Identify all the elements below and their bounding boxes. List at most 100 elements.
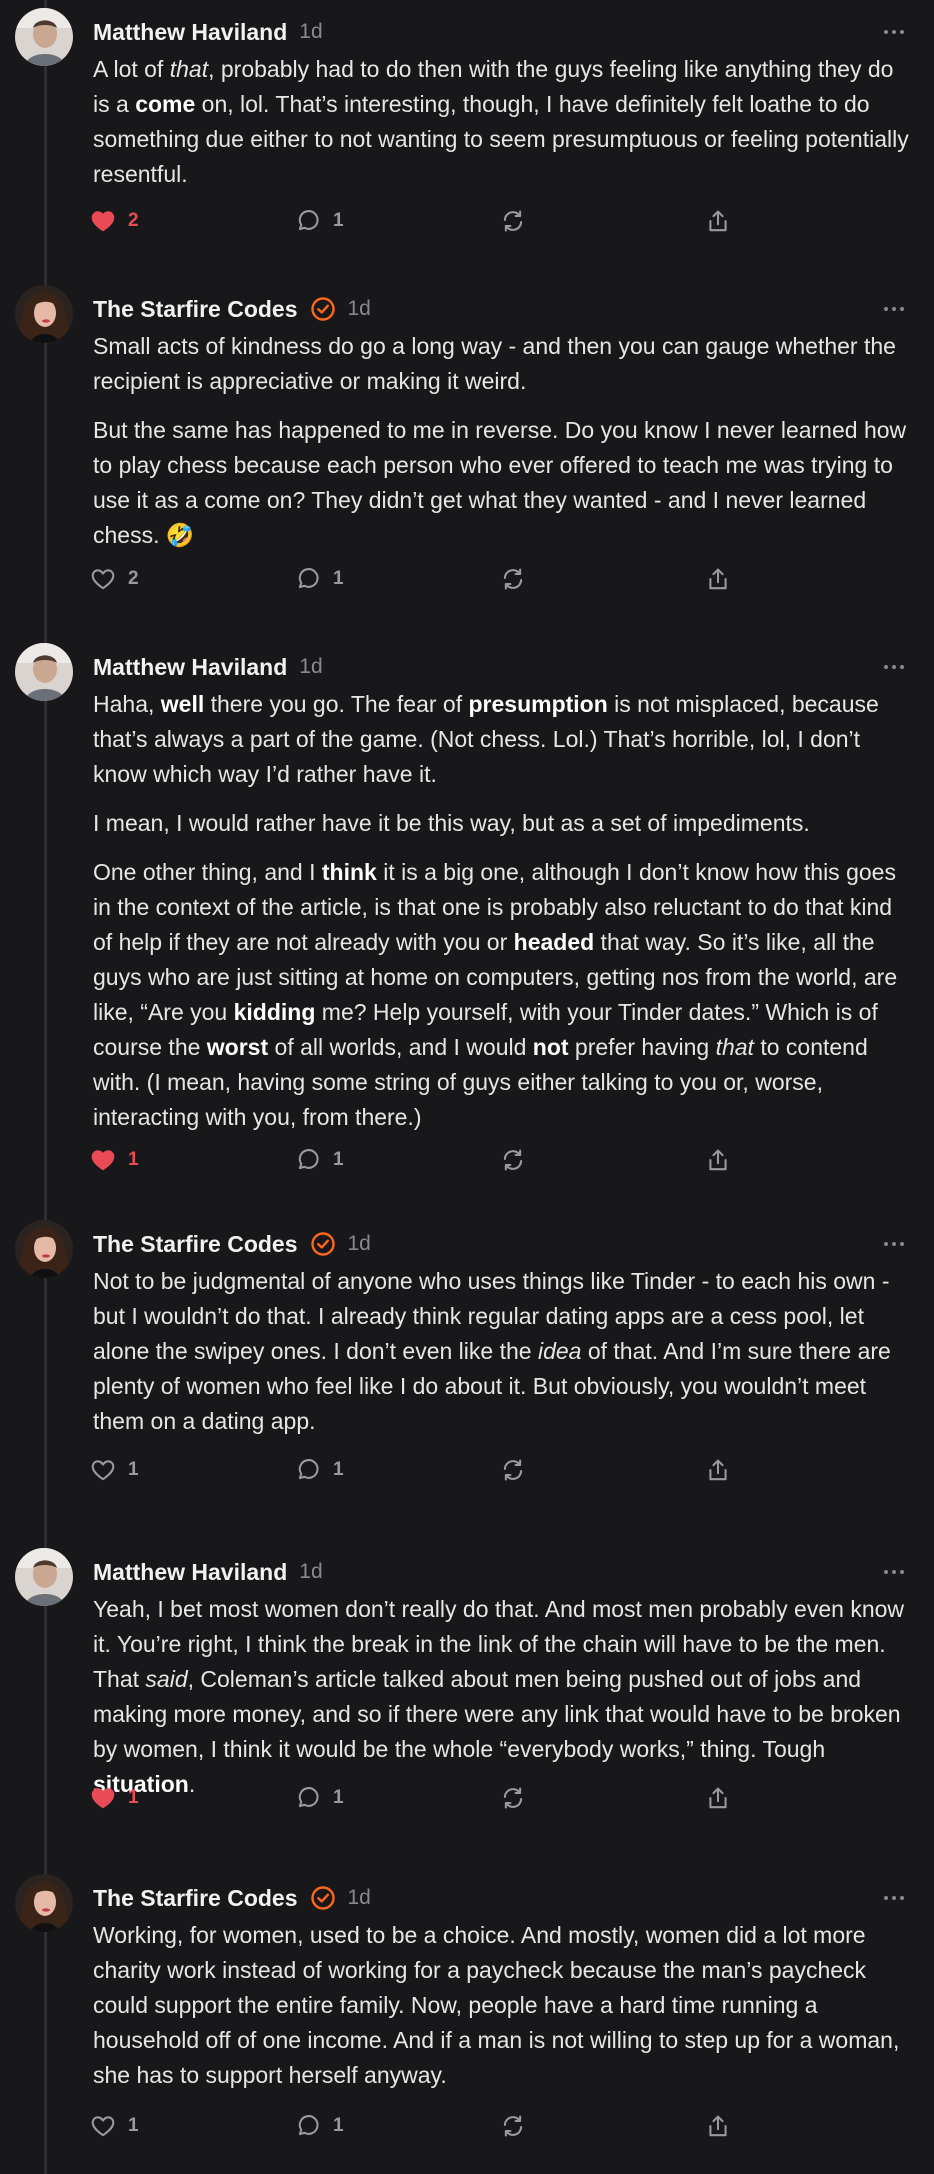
ellipsis-icon[interactable] <box>874 1226 914 1262</box>
reply-count: 1 <box>333 1149 344 1170</box>
timestamp[interactable]: 1d <box>348 297 371 321</box>
like-button[interactable]: 2 <box>90 559 139 599</box>
bold-text: not <box>532 1034 569 1060</box>
restack-button[interactable] <box>500 559 526 599</box>
like-button[interactable]: 2 <box>90 201 139 241</box>
comment-actions: 11 <box>0 1778 934 1818</box>
heart-icon <box>90 208 116 234</box>
timestamp[interactable]: 1d <box>299 655 322 679</box>
ellipsis-icon[interactable] <box>874 291 914 327</box>
like-count: 2 <box>128 568 139 589</box>
like-count: 1 <box>128 1149 139 1170</box>
avatar[interactable] <box>15 285 73 343</box>
bold-text: think <box>321 859 377 885</box>
author-name[interactable]: The Starfire Codes <box>93 1885 298 1912</box>
like-count: 1 <box>128 2115 139 2136</box>
restack-button[interactable] <box>500 1140 526 1180</box>
speech-bubble-icon <box>295 208 321 234</box>
reply-button[interactable]: 1 <box>295 559 344 599</box>
ellipsis-icon[interactable] <box>874 649 914 685</box>
heart-icon <box>90 566 116 592</box>
reply-button[interactable]: 1 <box>295 1140 344 1180</box>
heart-icon <box>90 1147 116 1173</box>
comment-actions: 11 <box>0 2106 934 2146</box>
share-icon <box>705 566 731 592</box>
restack-button[interactable] <box>500 201 526 241</box>
comment-header: The Starfire Codes 1d <box>93 1880 371 1916</box>
avatar[interactable] <box>15 1874 73 1932</box>
timestamp[interactable]: 1d <box>299 20 322 44</box>
reply-button[interactable]: 1 <box>295 201 344 241</box>
avatar[interactable] <box>15 643 73 701</box>
comment-paragraph: Small acts of kindness do go a long way … <box>93 329 915 399</box>
speech-bubble-icon <box>295 2113 321 2139</box>
restack-arrows-icon <box>500 208 526 234</box>
timestamp[interactable]: 1d <box>299 1560 322 1584</box>
comment-paragraph: But the same has happened to me in rever… <box>93 413 915 553</box>
heart-icon <box>90 1457 116 1483</box>
comment-body: Small acts of kindness do go a long way … <box>93 329 915 567</box>
ellipsis-icon[interactable] <box>874 1880 914 1916</box>
checkmark-circle-icon <box>310 296 336 322</box>
text-run: One other thing, and I <box>93 859 322 885</box>
like-button[interactable]: 1 <box>90 1140 139 1180</box>
reply-button[interactable]: 1 <box>295 1778 344 1818</box>
text-run: on, lol. That’s interesting, though, I h… <box>93 91 909 187</box>
speech-bubble-icon <box>295 1457 321 1483</box>
bold-text: well <box>160 691 205 717</box>
text-run: Haha, <box>93 691 161 717</box>
heart-icon <box>90 1785 116 1811</box>
share-icon <box>705 2113 731 2139</box>
like-button[interactable]: 1 <box>90 1450 139 1490</box>
avatar[interactable] <box>15 1548 73 1606</box>
restack-button[interactable] <box>500 1450 526 1490</box>
reply-count: 1 <box>333 210 344 231</box>
bold-text: headed <box>513 929 595 955</box>
bold-text: worst <box>206 1034 269 1060</box>
like-count: 2 <box>128 210 139 231</box>
share-button[interactable] <box>705 559 731 599</box>
comment-header: Matthew Haviland 1d <box>93 1554 323 1590</box>
comment-body: Working, for women, used to be a choice.… <box>93 1918 915 2107</box>
reply-button[interactable]: 1 <box>295 1450 344 1490</box>
reply-count: 1 <box>333 568 344 589</box>
ellipsis-icon[interactable] <box>874 1554 914 1590</box>
comment-thread: Matthew Haviland 1d A lot of that, probabl… <box>0 0 934 2174</box>
share-icon <box>705 1457 731 1483</box>
heart-icon <box>90 2113 116 2139</box>
author-name[interactable]: The Starfire Codes <box>93 1231 298 1258</box>
avatar[interactable] <box>15 1220 73 1278</box>
timestamp[interactable]: 1d <box>348 1232 371 1256</box>
author-name[interactable]: Matthew Haviland <box>93 19 287 46</box>
comment-actions: 11 <box>0 1450 934 1490</box>
share-button[interactable] <box>705 2106 731 2146</box>
restack-arrows-icon <box>500 1785 526 1811</box>
share-button[interactable] <box>705 201 731 241</box>
share-button[interactable] <box>705 1140 731 1180</box>
like-button[interactable]: 1 <box>90 1778 139 1818</box>
share-button[interactable] <box>705 1778 731 1818</box>
like-button[interactable]: 1 <box>90 2106 139 2146</box>
restack-button[interactable] <box>500 1778 526 1818</box>
comment-body: Haha, well there you go. The fear of pre… <box>93 687 915 1149</box>
restack-button[interactable] <box>500 2106 526 2146</box>
text-run: Small acts of kindness do go a long way … <box>93 333 896 394</box>
ellipsis-icon[interactable] <box>874 14 914 50</box>
author-name[interactable]: The Starfire Codes <box>93 296 298 323</box>
share-icon <box>705 1785 731 1811</box>
timestamp[interactable]: 1d <box>348 1886 371 1910</box>
comment-body: A lot of that, probably had to do then w… <box>93 52 915 206</box>
share-button[interactable] <box>705 1450 731 1490</box>
text-run: there you go. The fear of <box>204 691 469 717</box>
text-run: But the same has happened to me in rever… <box>93 417 907 548</box>
checkmark-circle-icon <box>310 1231 336 1257</box>
author-name[interactable]: Matthew Haviland <box>93 1559 287 1586</box>
speech-bubble-icon <box>295 1785 321 1811</box>
avatar[interactable] <box>15 8 73 66</box>
comment-paragraph: Not to be judgmental of anyone who uses … <box>93 1264 915 1439</box>
author-name[interactable]: Matthew Haviland <box>93 654 287 681</box>
reply-count: 1 <box>333 2115 344 2136</box>
reply-button[interactable]: 1 <box>295 2106 344 2146</box>
comment-paragraph: One other thing, and I think it is a big… <box>93 855 915 1135</box>
bold-text: presumption <box>468 691 608 717</box>
